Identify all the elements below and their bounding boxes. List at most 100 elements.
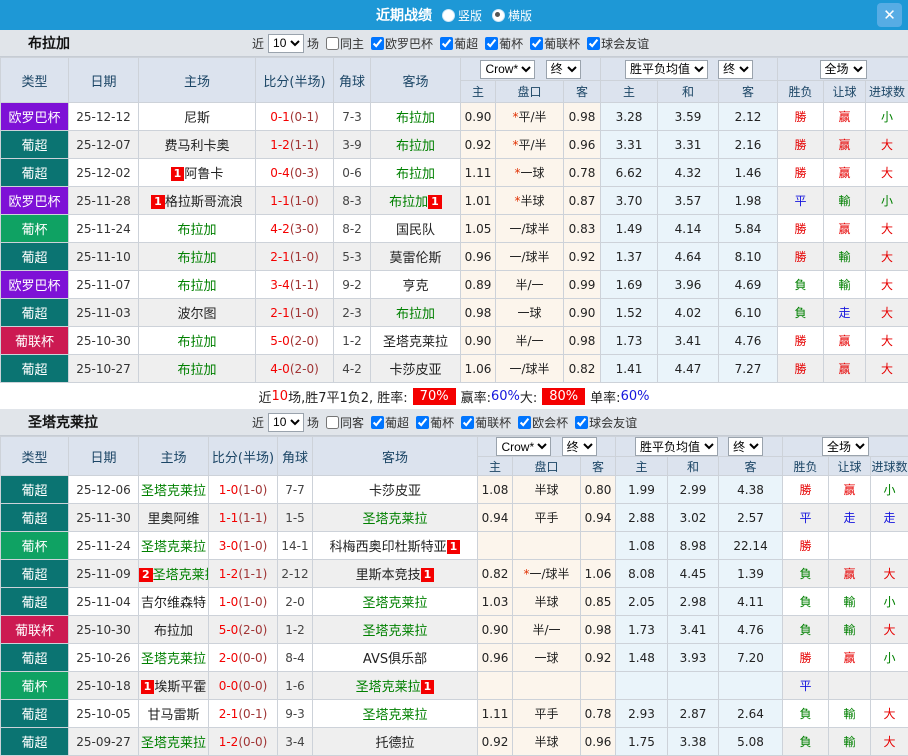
- games-count-select[interactable]: 10: [268, 34, 304, 53]
- league-filter-checkbox[interactable]: [575, 416, 588, 429]
- result-handicap: 赢: [829, 644, 871, 672]
- away-team: 圣塔克莱拉: [313, 700, 478, 728]
- league-filter-checkbox[interactable]: [485, 37, 498, 50]
- result-handicap: 赢: [824, 103, 866, 131]
- star-mark: *: [514, 194, 520, 208]
- handicap-line: 半/一: [496, 271, 564, 299]
- result-outcome: 勝: [778, 159, 824, 187]
- league-filter-checkbox[interactable]: [440, 37, 453, 50]
- horizontal-radio-label[interactable]: 横版: [508, 7, 532, 24]
- avg-away: 6.10: [719, 299, 778, 327]
- games-count-select[interactable]: 10: [268, 413, 304, 432]
- col-score: 比分(半场): [209, 437, 278, 476]
- team-name: 圣塔克莱拉: [0, 412, 252, 432]
- match-date: 25-11-07: [69, 271, 139, 299]
- layout-radio-group: 竖版 横版: [432, 7, 532, 24]
- horizontal-radio[interactable]: [492, 9, 505, 22]
- odds-home: 0.96: [461, 243, 496, 271]
- result-goals: [871, 532, 908, 560]
- away-team: 布拉加: [371, 159, 461, 187]
- odds-away: 0.96: [581, 728, 616, 756]
- bookmaker-select[interactable]: Crow*: [480, 60, 535, 79]
- avg-home: 1.75: [616, 728, 668, 756]
- odds-home: [478, 672, 513, 700]
- scope-select[interactable]: 全场: [820, 60, 867, 79]
- type-badge: 葡超: [1, 243, 69, 271]
- avg-home: 3.28: [601, 103, 658, 131]
- result-handicap: 輸: [824, 187, 866, 215]
- score: 5-0(2-0): [256, 327, 334, 355]
- avg-home: 1.41: [601, 355, 658, 383]
- type-badge: 葡杯: [1, 532, 69, 560]
- odds-stage-select[interactable]: 终: [546, 60, 581, 79]
- games-label: 场: [307, 414, 319, 431]
- type-badge: 葡超: [1, 728, 69, 756]
- halftime-score: (0-1): [290, 110, 319, 124]
- sub-col-avg-draw: 和: [658, 81, 719, 103]
- same-venue-checkbox[interactable]: [326, 37, 339, 50]
- corner-count: 3-9: [334, 131, 371, 159]
- summary-text: 大:: [520, 387, 537, 406]
- fulltime-score: 0-1: [270, 110, 290, 124]
- type-badge: 葡超: [1, 476, 69, 504]
- league-filter-checkbox[interactable]: [461, 416, 474, 429]
- league-filter-checkbox[interactable]: [416, 416, 429, 429]
- bookmaker-select[interactable]: Crow*: [496, 437, 551, 456]
- odds-stage-select[interactable]: 终: [562, 437, 597, 456]
- avg-away: 1.39: [719, 560, 783, 588]
- avg-draw: [668, 672, 719, 700]
- avg-home: 1.52: [601, 299, 658, 327]
- odds-home: 0.90: [461, 327, 496, 355]
- league-filter-checkbox[interactable]: [587, 37, 600, 50]
- result-handicap: 輸: [824, 271, 866, 299]
- avg-away: 2.16: [719, 131, 778, 159]
- away-team: 布拉加: [371, 103, 461, 131]
- result-goals: 小: [866, 103, 908, 131]
- avg-stage-select[interactable]: 终: [728, 437, 763, 456]
- fulltime-score: 4-2: [270, 222, 290, 236]
- avg-draw: 4.32: [658, 159, 719, 187]
- league-filter-checkbox[interactable]: [371, 416, 384, 429]
- summary-text: 近: [259, 387, 272, 406]
- odds-home: 0.98: [461, 299, 496, 327]
- col-date: 日期: [69, 437, 139, 476]
- section-header-santa-clara: 圣塔克莱拉 近 10 场 同客 葡超葡杯葡联杯欧会杯球会友谊: [0, 409, 908, 436]
- league-filter-label: 葡联杯: [475, 416, 511, 430]
- odds-home: 1.11: [461, 159, 496, 187]
- away-team: AVS俱乐部: [313, 644, 478, 672]
- scope-group-header: 全场: [778, 58, 908, 81]
- avg-select[interactable]: 胜平负均值: [635, 437, 718, 456]
- avg-away: 7.27: [719, 355, 778, 383]
- same-venue-checkbox[interactable]: [326, 416, 339, 429]
- avg-draw: 3.96: [658, 271, 719, 299]
- close-icon[interactable]: ✕: [877, 3, 902, 27]
- result-handicap: 輸: [829, 700, 871, 728]
- avg-select[interactable]: 胜平负均值: [625, 60, 708, 79]
- odds-away: 0.99: [564, 271, 601, 299]
- avg-away: 22.14: [719, 532, 783, 560]
- avg-stage-select[interactable]: 终: [718, 60, 753, 79]
- odds-home: 0.92: [461, 131, 496, 159]
- league-filter-checkbox[interactable]: [530, 37, 543, 50]
- away-team: 国民队: [371, 215, 461, 243]
- fulltime-score: 1-0: [219, 483, 239, 497]
- score: 2-1(1-0): [256, 299, 334, 327]
- summary-text: 单率:: [590, 387, 620, 406]
- halftime-score: (1-0): [238, 539, 267, 553]
- sub-col-result: 胜负: [778, 81, 824, 103]
- result-goals: 大: [866, 299, 908, 327]
- scope-select[interactable]: 全场: [822, 437, 869, 456]
- league-filter-checkbox[interactable]: [518, 416, 531, 429]
- halftime-score: (2-0): [290, 334, 319, 348]
- league-filter-checkbox[interactable]: [371, 37, 384, 50]
- avg-draw: 2.99: [668, 476, 719, 504]
- type-badge: 欧罗巴杯: [1, 271, 69, 299]
- type-badge: 葡超: [1, 588, 69, 616]
- avg-draw: 3.02: [668, 504, 719, 532]
- vertical-radio[interactable]: [442, 9, 455, 22]
- vertical-radio-label[interactable]: 竖版: [458, 7, 482, 24]
- sub-col-odds-away: 客: [564, 81, 601, 103]
- odds-home: 1.11: [478, 700, 513, 728]
- type-badge: 欧罗巴杯: [1, 103, 69, 131]
- sub-col-avg-draw: 和: [668, 457, 719, 476]
